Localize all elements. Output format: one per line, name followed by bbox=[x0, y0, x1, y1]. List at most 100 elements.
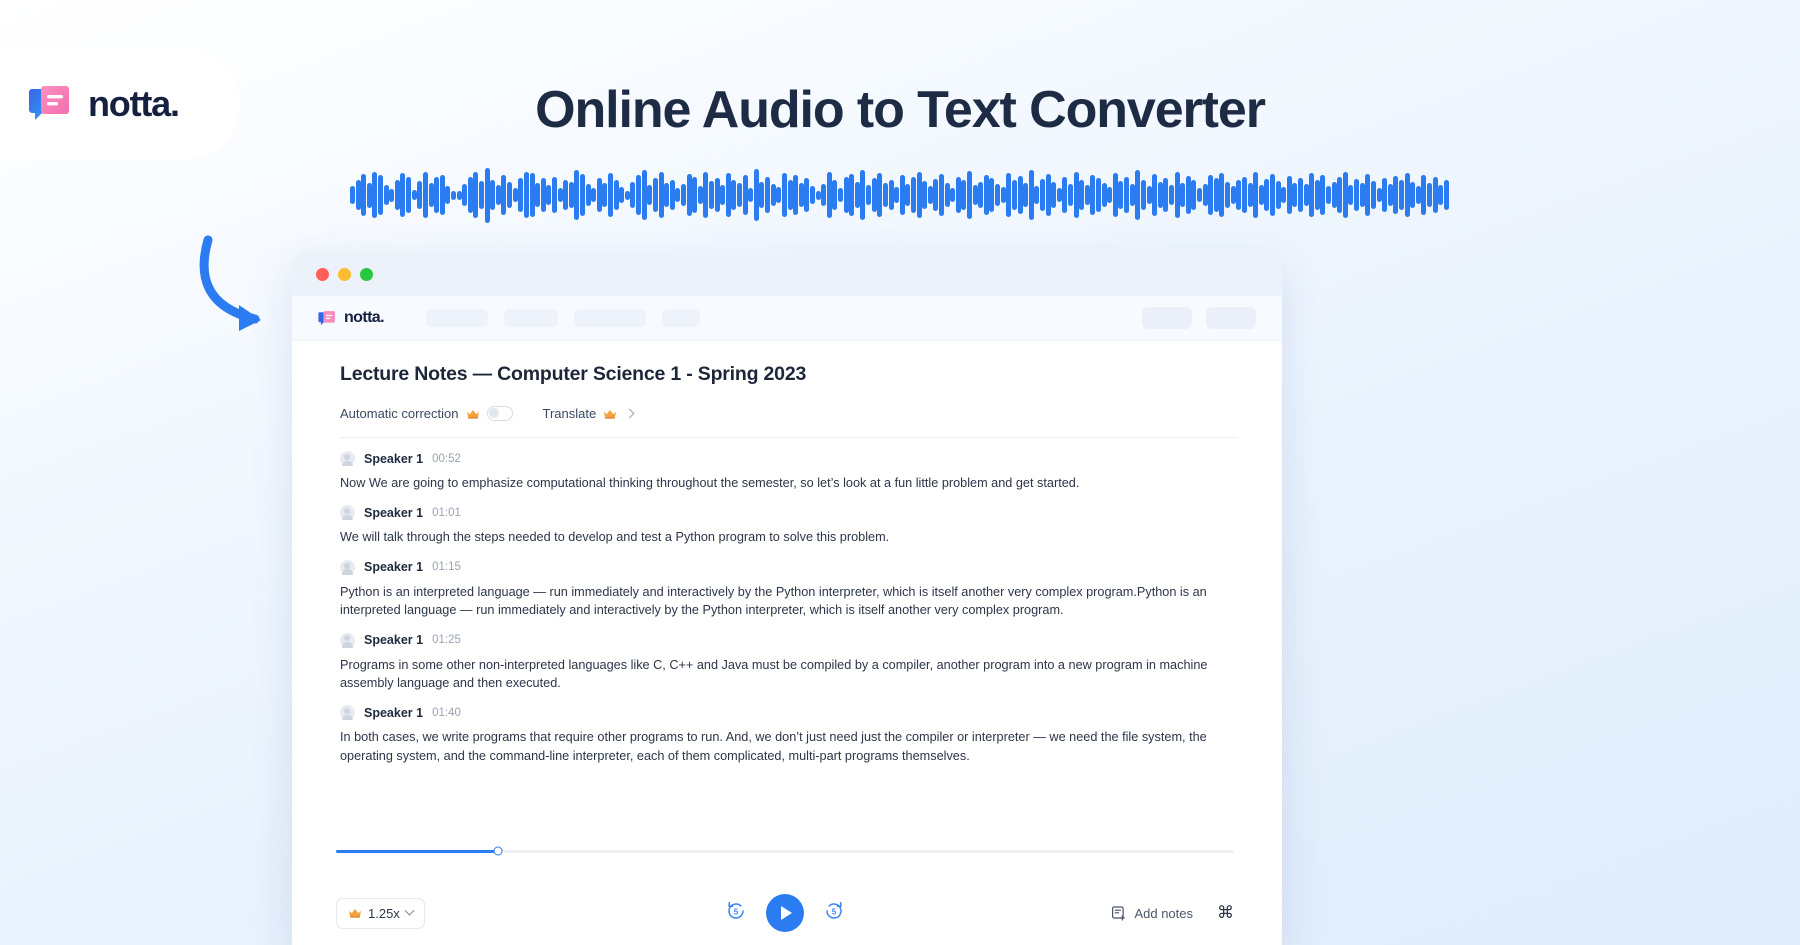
transcript-segment[interactable]: Speaker 1 00:52 Now We are going to emphas… bbox=[340, 451, 1238, 492]
waveform-bar bbox=[770, 184, 776, 206]
page-title: Online Audio to Text Converter bbox=[535, 81, 1266, 139]
waveform-bar bbox=[787, 180, 793, 210]
crown-icon bbox=[604, 409, 617, 419]
chevron-right-icon[interactable] bbox=[624, 408, 635, 419]
waveform-bar bbox=[854, 182, 860, 208]
segment-header: Speaker 1 01:15 bbox=[340, 559, 1238, 575]
progress-knob[interactable] bbox=[493, 846, 503, 856]
scroll-fade bbox=[292, 815, 1282, 850]
waveform-bar bbox=[838, 188, 844, 202]
navbar-menu-placeholder[interactable] bbox=[661, 309, 700, 327]
waveform-bar bbox=[501, 175, 507, 215]
waveform-bar bbox=[871, 178, 877, 212]
transcript-segment[interactable]: Speaker 1 01:15 Python is an interpreted l… bbox=[340, 559, 1238, 620]
navbar-logo[interactable]: notta. bbox=[318, 309, 385, 328]
waveform-bar bbox=[434, 177, 440, 213]
waveform-bar bbox=[1168, 185, 1174, 205]
add-notes-button[interactable]: Add notes bbox=[1111, 905, 1193, 921]
transcript-list: Speaker 1 00:52 Now We are going to emphas… bbox=[340, 451, 1238, 765]
waveform-bar bbox=[473, 172, 479, 218]
crown-icon bbox=[466, 409, 479, 419]
segment-timestamp[interactable]: 01:40 bbox=[432, 707, 461, 719]
automatic-correction-toggle[interactable] bbox=[486, 406, 513, 421]
speaker-avatar bbox=[340, 632, 355, 648]
segment-timestamp[interactable]: 00:52 bbox=[432, 453, 461, 465]
transcript-segment[interactable]: Speaker 1 01:40 In both cases, we write pr… bbox=[340, 705, 1238, 765]
waveform-bar bbox=[1157, 182, 1163, 208]
app-navbar: notta. bbox=[292, 296, 1282, 341]
segment-header: Speaker 1 01:40 bbox=[340, 705, 1238, 721]
transcript-segment[interactable]: Speaker 1 01:01 We will talk through the s… bbox=[340, 505, 1238, 546]
waveform-bar bbox=[1314, 180, 1320, 210]
segment-text[interactable]: Programs in some other non-interpreted l… bbox=[340, 656, 1238, 693]
translate-control[interactable]: Translate bbox=[543, 406, 635, 421]
waveform-bar bbox=[546, 185, 552, 205]
speaker-avatar bbox=[340, 451, 355, 466]
waveform-bar bbox=[350, 186, 355, 204]
waveform-bar bbox=[1140, 180, 1146, 210]
waveform-bar bbox=[1096, 178, 1102, 212]
waveform-bar bbox=[1387, 184, 1393, 206]
speaker-name[interactable]: Speaker 1 bbox=[364, 706, 423, 720]
automatic-correction-control[interactable]: Automatic correction bbox=[340, 406, 513, 421]
segment-timestamp[interactable]: 01:15 bbox=[432, 561, 461, 573]
speaker-name[interactable]: Speaker 1 bbox=[364, 560, 423, 574]
waveform-bar bbox=[1258, 185, 1264, 205]
waveform-bar bbox=[636, 175, 642, 215]
speaker-name[interactable]: Speaker 1 bbox=[364, 633, 423, 647]
waveform-bar bbox=[1197, 188, 1203, 202]
segment-text[interactable]: Python is an interpreted language — run … bbox=[340, 583, 1238, 620]
navbar-action-placeholder[interactable] bbox=[1142, 307, 1192, 329]
waveform-bar bbox=[372, 172, 378, 218]
waveform-bar bbox=[378, 175, 384, 215]
minimize-button[interactable] bbox=[338, 267, 351, 281]
waveform-bar bbox=[703, 172, 709, 218]
document-title: Lecture Notes — Computer Science 1 - Spr… bbox=[340, 363, 807, 385]
command-key-icon[interactable]: ⌘ bbox=[1217, 903, 1234, 923]
waveform-bar bbox=[439, 175, 445, 215]
maximize-button[interactable] bbox=[360, 267, 373, 281]
waveform-bar bbox=[759, 182, 765, 208]
segment-text[interactable]: In both cases, we write programs that re… bbox=[340, 728, 1238, 765]
segment-text[interactable]: Now We are going to emphasize computatio… bbox=[340, 474, 1238, 492]
close-button[interactable] bbox=[316, 267, 329, 281]
waveform-bar bbox=[753, 169, 759, 221]
waveform-bar bbox=[1208, 175, 1214, 215]
waveform-bar bbox=[495, 185, 501, 205]
document-toolbar: Automatic correction Translate bbox=[340, 406, 1238, 438]
progress-bar[interactable] bbox=[336, 846, 1234, 856]
forward-5-icon[interactable]: 5 bbox=[824, 901, 844, 926]
navbar-menu-placeholder[interactable] bbox=[573, 309, 646, 327]
waveform-bar bbox=[450, 190, 456, 200]
window-titlebar bbox=[292, 252, 1282, 296]
navbar-menu-placeholder[interactable] bbox=[425, 309, 488, 327]
waveform-bar bbox=[1432, 177, 1438, 213]
waveform-bar bbox=[1393, 176, 1399, 214]
waveform-bar bbox=[815, 190, 821, 200]
segment-text[interactable]: We will talk through the steps needed to… bbox=[340, 528, 1238, 546]
playback-speed-selector[interactable]: 1.25x bbox=[336, 897, 425, 929]
speaker-name[interactable]: Speaker 1 bbox=[364, 452, 423, 466]
waveform-bar bbox=[647, 185, 653, 205]
waveform-bar bbox=[748, 188, 754, 202]
waveform-bar bbox=[518, 178, 524, 212]
speaker-name[interactable]: Speaker 1 bbox=[364, 506, 423, 520]
waveform-bar bbox=[1045, 174, 1051, 216]
waveform-bar bbox=[1443, 180, 1449, 210]
waveform-bar bbox=[1292, 183, 1298, 207]
transcript-segment[interactable]: Speaker 1 01:25 Programs in some other non… bbox=[340, 632, 1238, 693]
navbar-action-placeholder[interactable] bbox=[1206, 307, 1256, 329]
segment-timestamp[interactable]: 01:01 bbox=[432, 507, 461, 519]
waveform-bar bbox=[905, 184, 911, 206]
play-button[interactable] bbox=[766, 894, 804, 932]
navbar-wordmark: notta. bbox=[344, 309, 385, 326]
segment-timestamp[interactable]: 01:25 bbox=[432, 634, 461, 646]
waveform-bar bbox=[1365, 174, 1371, 216]
rewind-5-icon[interactable]: 5 bbox=[726, 901, 746, 926]
navbar-menu-placeholder[interactable] bbox=[503, 309, 558, 327]
player-controls: 1.25x 5 5 Add notes ⌘ bbox=[336, 881, 1234, 945]
waveform-bar bbox=[1275, 181, 1281, 209]
waveform-bar bbox=[1415, 186, 1421, 204]
waveform-bar bbox=[1112, 173, 1118, 217]
waveform-bar bbox=[641, 170, 647, 220]
